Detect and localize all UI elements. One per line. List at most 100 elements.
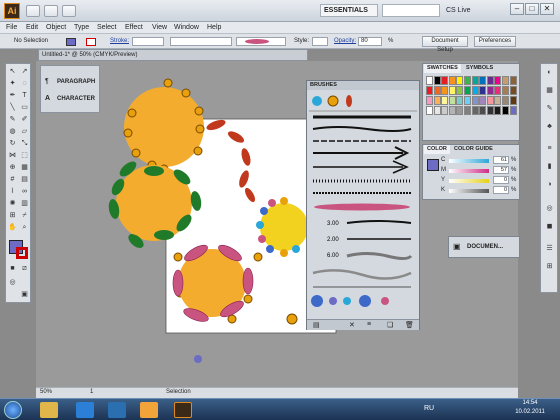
swatch[interactable] <box>433 96 441 105</box>
stroke-color-icon[interactable] <box>16 247 28 259</box>
swatch[interactable] <box>441 96 449 105</box>
minibridge-button[interactable] <box>44 5 58 17</box>
paintbrush-tool-icon[interactable]: ✎ <box>7 115 18 125</box>
channel-slider[interactable] <box>449 159 489 163</box>
color-fill-preview[interactable] <box>427 159 439 171</box>
swatch[interactable] <box>426 76 433 85</box>
swatch[interactable] <box>494 86 502 95</box>
menu-view[interactable]: View <box>152 22 167 34</box>
draw-mode-icon[interactable]: ◎ <box>7 278 18 288</box>
system-clock[interactable]: 14:54 10.02.2011 <box>505 399 555 417</box>
swatch[interactable] <box>464 86 471 95</box>
search-input[interactable] <box>382 4 440 17</box>
channel-slider[interactable] <box>449 179 489 183</box>
pencil-tool-icon[interactable]: ✐ <box>19 115 30 125</box>
swatch[interactable] <box>479 76 487 85</box>
free-transform-tool-icon[interactable]: ⬚ <box>19 151 30 161</box>
illustrator-taskbar-icon[interactable] <box>174 402 192 418</box>
preferences-button[interactable]: Preferences <box>474 36 516 47</box>
swatch[interactable] <box>486 106 494 115</box>
swatch[interactable] <box>486 76 494 85</box>
swatch[interactable] <box>464 76 471 85</box>
swatch[interactable] <box>433 76 441 85</box>
remove-stroke-icon[interactable]: ✕ <box>349 321 355 329</box>
explorer-icon[interactable] <box>40 402 58 418</box>
menu-file[interactable]: File <box>6 22 17 34</box>
eyedropper-tool-icon[interactable]: ⌇ <box>7 187 18 197</box>
type-tool-icon[interactable]: T <box>19 91 30 101</box>
channel-slider[interactable] <box>449 169 489 173</box>
blob-brush-tool-icon[interactable]: ◍ <box>7 127 18 137</box>
workspace-switcher[interactable]: ESSENTIALS <box>320 4 378 17</box>
minimize-button[interactable]: – <box>510 3 524 15</box>
transparency-panel-icon[interactable]: ◑ <box>544 180 555 190</box>
pen-tool-icon[interactable]: ✒ <box>7 91 18 101</box>
color-mode-icon[interactable]: ■ <box>7 264 18 274</box>
swatches-tab[interactable]: SWATCHES <box>424 64 461 73</box>
menu-effect[interactable]: Effect <box>125 22 143 34</box>
internet-explorer-icon[interactable] <box>76 402 94 418</box>
menu-edit[interactable]: Edit <box>26 22 38 34</box>
rectangle-tool-icon[interactable]: ▭ <box>19 103 30 113</box>
swatch[interactable] <box>486 86 494 95</box>
slice-tool-icon[interactable]: ⌿ <box>19 211 30 221</box>
mesh-tool-icon[interactable]: # <box>7 175 18 185</box>
lasso-tool-icon[interactable]: ◌ <box>19 79 30 89</box>
fill-swatch[interactable] <box>66 38 76 46</box>
swatches-panel-icon[interactable]: ▦ <box>544 86 555 96</box>
document-tab[interactable]: Untitled-1* @ 50% (CMYK/Preview) <box>38 49 308 61</box>
swatch[interactable] <box>479 86 487 95</box>
swatch[interactable] <box>471 76 479 85</box>
perspective-grid-tool-icon[interactable]: ▦ <box>19 163 30 173</box>
symbols-tab[interactable]: SYMBOLS <box>463 64 496 73</box>
stroke-weight-input[interactable] <box>132 37 164 46</box>
swatch[interactable] <box>509 106 517 115</box>
character-tab[interactable]: CHARACTER <box>57 95 95 103</box>
swatch[interactable] <box>456 96 464 105</box>
swatch[interactable] <box>486 96 494 105</box>
swatch[interactable] <box>464 106 471 115</box>
artboard-number[interactable]: 1 <box>90 389 93 395</box>
swatch[interactable] <box>509 76 517 85</box>
brush-libraries-icon[interactable]: ▤ <box>313 321 320 329</box>
brush-definition-select[interactable] <box>236 37 286 46</box>
color-tab[interactable]: COLOR <box>424 145 450 154</box>
swatch[interactable] <box>479 106 487 115</box>
selection-tool-icon[interactable]: ↖ <box>7 67 18 77</box>
swatch[interactable] <box>441 106 449 115</box>
swatch[interactable] <box>426 96 433 105</box>
media-player-icon[interactable] <box>108 402 126 418</box>
menu-object[interactable]: Object <box>46 22 66 34</box>
swatch[interactable] <box>509 86 517 95</box>
swatch[interactable] <box>448 96 456 105</box>
menu-select[interactable]: Select <box>97 22 116 34</box>
layers-panel-icon[interactable]: ☰ <box>544 244 555 254</box>
graphic-styles-panel-icon[interactable]: ◼ <box>544 222 555 232</box>
variable-width-select[interactable] <box>170 37 232 46</box>
zoom-tool-icon[interactable]: ⌕ <box>19 223 30 233</box>
shape-builder-tool-icon[interactable]: ⊕ <box>7 163 18 173</box>
maximize-button[interactable]: □ <box>525 3 539 15</box>
swatch[interactable] <box>433 106 441 115</box>
menu-type[interactable]: Type <box>74 22 89 34</box>
graph-tool-icon[interactable]: ▥ <box>19 199 30 209</box>
menu-help[interactable]: Help <box>207 22 221 34</box>
icq-icon[interactable] <box>140 402 158 418</box>
swatch[interactable] <box>433 86 441 95</box>
swatch[interactable] <box>464 96 471 105</box>
rotate-tool-icon[interactable]: ↻ <box>7 139 18 149</box>
stroke-label[interactable]: Stroke: <box>110 34 129 49</box>
close-button[interactable]: ✕ <box>540 3 554 15</box>
bridge-button[interactable] <box>26 5 40 17</box>
delete-brush-icon[interactable]: 🗑 <box>405 321 414 329</box>
swatch[interactable] <box>448 86 456 95</box>
stroke-panel-icon[interactable]: ≡ <box>544 144 555 154</box>
swatch[interactable] <box>456 76 464 85</box>
swatch[interactable] <box>502 86 509 95</box>
document-setup-button[interactable]: Document Setup <box>422 36 468 53</box>
channel-value[interactable]: 57 <box>493 166 509 174</box>
color-panel-icon[interactable]: ◐ <box>544 68 555 78</box>
swatch[interactable] <box>448 76 456 85</box>
opacity-label[interactable]: Opacity: <box>334 34 356 49</box>
hand-tool-icon[interactable]: ✋ <box>7 223 18 233</box>
